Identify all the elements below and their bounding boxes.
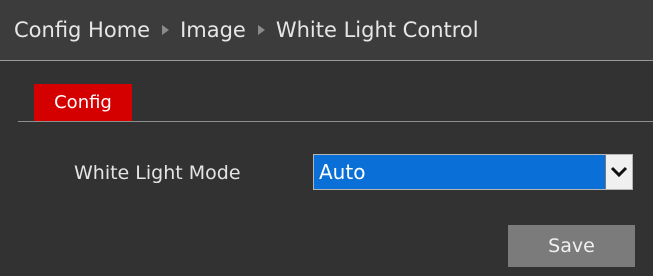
tab-divider (18, 121, 653, 122)
tab-config-label: Config (54, 92, 112, 113)
chevron-down-icon[interactable] (605, 155, 632, 189)
save-button[interactable]: Save (508, 225, 635, 267)
breadcrumb: Config Home Image White Light Control (0, 0, 653, 60)
white-light-mode-value: Auto (319, 160, 366, 184)
white-light-mode-label: White Light Mode (74, 162, 241, 184)
breadcrumb-item-config-home[interactable]: Config Home (14, 18, 150, 42)
white-light-mode-select[interactable]: Auto (313, 154, 633, 190)
triangle-right-icon (162, 25, 170, 35)
header-divider (0, 60, 653, 61)
tab-config[interactable]: Config (34, 84, 132, 121)
breadcrumb-item-white-light-control: White Light Control (275, 18, 479, 42)
breadcrumb-item-image[interactable]: Image (180, 18, 246, 42)
triangle-right-icon (257, 25, 265, 35)
